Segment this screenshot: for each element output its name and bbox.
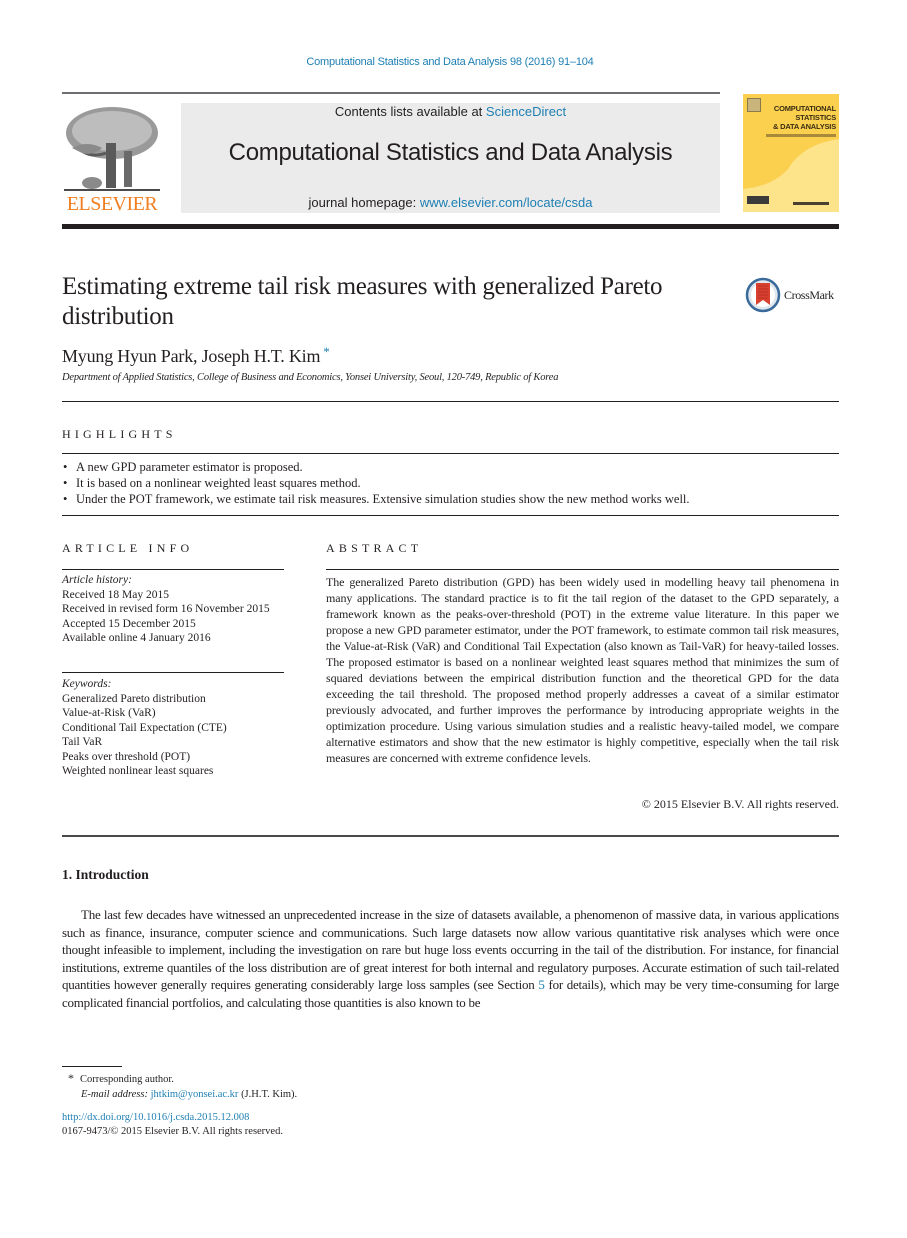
abstract-text: The generalized Pareto distribution (GPD… [326,575,839,765]
cover-elsevier-emblem-icon [747,98,761,112]
author-list: Myung Hyun Park, Joseph H.T. Kim * [62,344,330,367]
keywords-label: Keywords: [62,678,112,690]
abstract-heading: ABSTRACT [326,541,423,555]
journal-homepage: journal homepage: www.elsevier.com/locat… [181,195,720,210]
crossmark-label[interactable]: CrossMark [784,288,834,303]
abstract-copyright: © 2015 Elsevier B.V. All rights reserved… [641,797,839,811]
divider [62,835,839,837]
publisher-wordmark: ELSEVIER [66,193,158,215]
highlight-item: It is based on a nonlinear weighted leas… [62,475,839,491]
history-item: Received in revised form 16 November 201… [62,603,270,615]
highlight-item: A new GPD parameter estimator is propose… [62,459,839,475]
affiliation: Department of Applied Statistics, Colleg… [62,372,559,383]
crossmark-icon[interactable] [745,277,785,313]
cover-title-line: & DATA ANALYSIS [773,122,836,131]
section-heading-introduction: 1. Introduction [62,867,149,882]
divider [62,401,839,402]
footnote-rule [62,1066,122,1067]
article-title: Estimating extreme tail risk measures wi… [62,273,663,330]
homepage-prefix: journal homepage: [308,195,420,210]
keyword: Generalized Pareto distribution [62,692,206,705]
paragraph: The last few decades have witnessed an u… [62,906,839,1011]
cover-subtitle-bar [766,134,836,137]
cover-footer-text-bar [793,202,829,205]
authors-names: Myung Hyun Park, Joseph H.T. Kim [62,346,321,366]
contents-prefix: Contents lists available at [334,104,486,119]
divider [62,453,839,454]
cover-title: COMPUTATIONAL STATISTICS & DATA ANALYSIS [773,104,836,131]
journal-homepage-link[interactable]: www.elsevier.com/locate/csda [420,195,593,210]
journal-title: Computational Statistics and Data Analys… [228,139,673,166]
corresponding-author-marker[interactable]: * [323,344,330,359]
history-item: Accepted 15 December 2015 [62,617,196,630]
introduction-body: The last few decades have witnessed an u… [62,906,839,1011]
issn-copyright: 0167-9473/© 2015 Elsevier B.V. All right… [62,1126,283,1137]
doi-block: http://dx.doi.org/10.1016/j.csda.2015.12… [62,1111,283,1139]
divider [62,672,284,673]
highlights-list: A new GPD parameter estimator is propose… [62,459,839,507]
contents-available: Contents lists available at ScienceDirec… [181,104,720,119]
history-label: Article history: [62,574,132,586]
keywords: Keywords: Generalized Pareto distributio… [62,677,284,779]
journal-citation-link[interactable]: Computational Statistics and Data Analys… [0,56,900,68]
journal-banner: Contents lists available at ScienceDirec… [181,103,720,213]
divider [62,515,839,516]
history-item: Received 18 May 2015 [62,588,169,601]
keyword: Value-at-Risk (VaR) [62,707,156,719]
article-history: Article history: Received 18 May 2015 Re… [62,573,284,646]
corresponding-label: Corresponding author. [80,1074,174,1085]
highlight-item: Under the POT framework, we estimate tai… [62,491,839,507]
highlights-heading: HIGHLIGHTS [62,427,177,441]
header-rule [62,92,720,94]
divider [62,569,284,570]
cover-footer-logo-icon [747,196,769,204]
footnote-star: * [68,1071,74,1085]
cover-title-line: STATISTICS [795,113,836,122]
email-label: E-mail address: [81,1089,148,1100]
journal-cover-thumbnail[interactable]: COMPUTATIONAL STATISTICS & DATA ANALYSIS [743,94,839,212]
corresponding-footnote: * Corresponding author. E-mail address: j… [62,1071,297,1102]
keyword: Peaks over threshold (POT) [62,750,191,763]
divider [326,569,839,570]
keyword: Weighted nonlinear least squares [62,765,214,777]
keyword: Tail VaR [62,736,103,748]
sciencedirect-link[interactable]: ScienceDirect [486,104,566,119]
email-link[interactable]: jhtkim@yonsei.ac.kr [151,1089,239,1100]
history-item: Available online 4 January 2016 [62,632,211,644]
doi-link[interactable]: http://dx.doi.org/10.1016/j.csda.2015.12… [62,1112,249,1123]
article-info-heading: ARTICLE INFO [62,541,194,555]
cover-title-line: COMPUTATIONAL [773,104,836,113]
email-owner: (J.H.T. Kim). [238,1089,298,1100]
keyword: Conditional Tail Expectation (CTE) [62,721,227,734]
banner-bottom-rule [62,224,839,229]
